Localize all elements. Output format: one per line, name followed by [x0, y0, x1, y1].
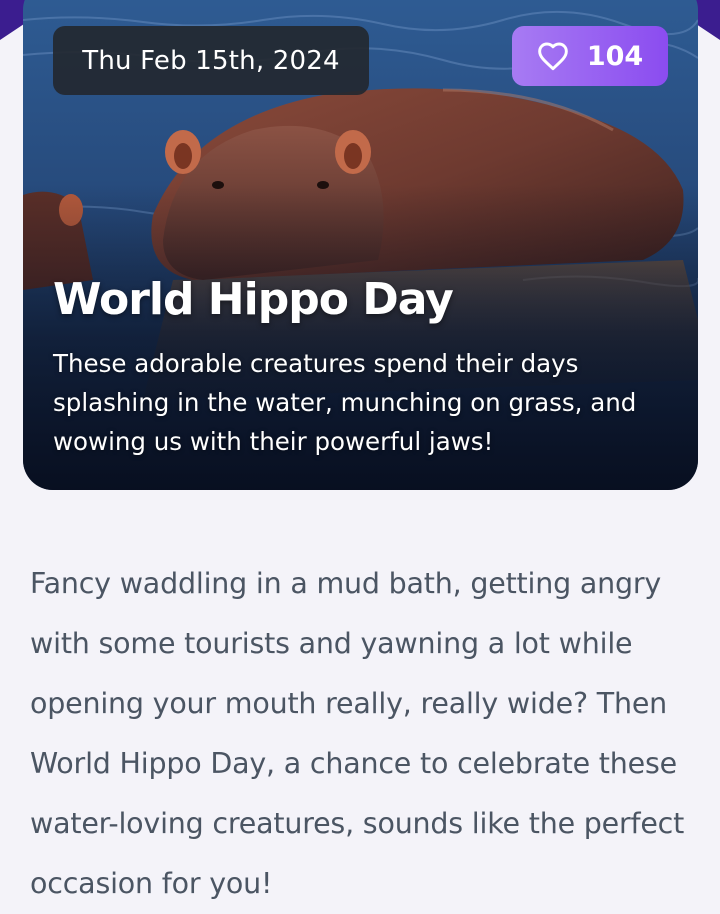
- event-hero-card[interactable]: Thu Feb 15th, 2024 104 World Hippo Day T…: [23, 0, 698, 490]
- like-count: 104: [586, 40, 644, 72]
- like-button[interactable]: 104: [512, 26, 668, 86]
- event-title: World Hippo Day: [53, 274, 454, 325]
- article-body: Fancy waddling in a mud bath, getting an…: [30, 567, 685, 900]
- event-date-badge: Thu Feb 15th, 2024: [53, 26, 369, 95]
- event-subtitle: These adorable creatures spend their day…: [53, 349, 637, 456]
- heart-icon: [538, 42, 568, 71]
- event-date-text: Thu Feb 15th, 2024: [82, 45, 340, 76]
